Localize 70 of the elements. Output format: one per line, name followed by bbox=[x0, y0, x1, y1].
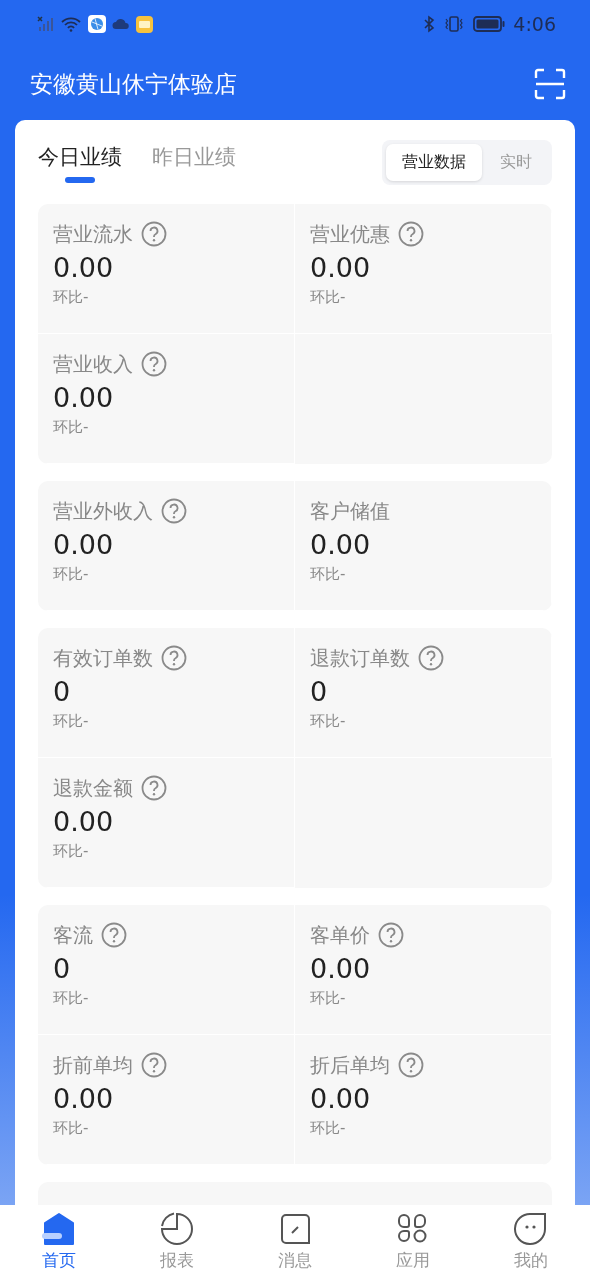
help-icon[interactable] bbox=[141, 775, 167, 801]
metric-label: 客单价 bbox=[310, 921, 370, 949]
help-icon[interactable] bbox=[398, 221, 424, 247]
status-time: 4:06 bbox=[513, 13, 556, 35]
comparison-text: 环比- bbox=[53, 989, 89, 1008]
comparison-text: 环比- bbox=[310, 989, 346, 1008]
metric-label: 有效订单数 bbox=[53, 644, 153, 672]
nav-tab[interactable]: 首页 bbox=[19, 1211, 99, 1272]
scan-icon[interactable] bbox=[534, 68, 566, 100]
wifi-icon bbox=[60, 16, 82, 32]
pie-chart-icon bbox=[160, 1211, 194, 1246]
store-title: 安徽黄山休宁体验店 bbox=[30, 69, 237, 99]
metric-value: 0.00 bbox=[310, 528, 371, 562]
metric-value: 0.00 bbox=[53, 805, 114, 839]
comparison-text: 环比- bbox=[53, 842, 89, 861]
comparison-text: 环比- bbox=[310, 288, 346, 307]
house-icon bbox=[42, 1211, 76, 1246]
metric-label: 退款金额 bbox=[53, 774, 133, 802]
signal-icon bbox=[36, 16, 54, 32]
comparison-text: 环比- bbox=[53, 418, 89, 437]
message-icon bbox=[278, 1211, 312, 1246]
metric-value: 0.00 bbox=[53, 1082, 114, 1116]
metric-label: 客流 bbox=[53, 921, 93, 949]
nav-tab[interactable]: 报表 bbox=[137, 1211, 217, 1272]
metric-label: 折后单均 bbox=[310, 1051, 390, 1079]
help-icon[interactable] bbox=[418, 645, 444, 671]
nav-tab[interactable]: 消息 bbox=[255, 1211, 335, 1272]
bluetooth-icon bbox=[423, 15, 436, 33]
metric-label: 营业流水 bbox=[53, 220, 133, 248]
metric-label: 营业优惠 bbox=[310, 220, 390, 248]
metric-label: 退款订单数 bbox=[310, 644, 410, 672]
metric-label: 营业外收入 bbox=[53, 497, 153, 525]
metric-value: 0.00 bbox=[53, 381, 114, 415]
folder-app-icon bbox=[136, 15, 153, 33]
metric-value: 0.00 bbox=[310, 1082, 371, 1116]
segment-option[interactable]: 营业数据 bbox=[386, 143, 482, 181]
comparison-text: 环比- bbox=[53, 712, 89, 731]
browser-app-icon bbox=[88, 15, 106, 33]
comparison-text: 环比- bbox=[310, 1119, 346, 1138]
metric-value: 0 bbox=[53, 675, 71, 709]
help-icon[interactable] bbox=[161, 645, 187, 671]
battery-icon bbox=[473, 16, 506, 32]
help-icon[interactable] bbox=[161, 498, 187, 524]
help-icon[interactable] bbox=[101, 922, 127, 948]
help-icon[interactable] bbox=[378, 922, 404, 948]
metric-value: 0 bbox=[310, 675, 328, 709]
metric-value: 0.00 bbox=[53, 528, 114, 562]
nav-tab[interactable]: 我的 bbox=[491, 1211, 571, 1272]
metric-label: 营业收入 bbox=[53, 350, 133, 378]
cloud-icon bbox=[112, 18, 130, 30]
metric-value: 0.00 bbox=[310, 251, 371, 285]
comparison-text: 环比- bbox=[53, 1119, 89, 1138]
nav-tab[interactable]: 应用 bbox=[373, 1211, 453, 1272]
comparison-text: 环比- bbox=[53, 288, 89, 307]
comparison-text: 环比- bbox=[310, 565, 346, 584]
comparison-text: 环比- bbox=[310, 712, 346, 731]
metric-value: 0.00 bbox=[310, 952, 371, 986]
help-icon[interactable] bbox=[398, 1052, 424, 1078]
metric-value: 0.00 bbox=[53, 251, 114, 285]
tab[interactable]: 今日业绩 bbox=[38, 143, 122, 183]
comparison-text: 环比- bbox=[53, 565, 89, 584]
help-icon[interactable] bbox=[141, 351, 167, 377]
metric-label: 折前单均 bbox=[53, 1051, 133, 1079]
segment-option[interactable]: 实时 bbox=[484, 143, 548, 181]
tab[interactable]: 昨日业绩 bbox=[152, 143, 236, 183]
metric-label: 客户储值 bbox=[310, 497, 390, 525]
help-icon[interactable] bbox=[141, 221, 167, 247]
help-icon[interactable] bbox=[141, 1052, 167, 1078]
face-bubble-icon bbox=[514, 1211, 548, 1246]
metric-value: 0 bbox=[53, 952, 71, 986]
